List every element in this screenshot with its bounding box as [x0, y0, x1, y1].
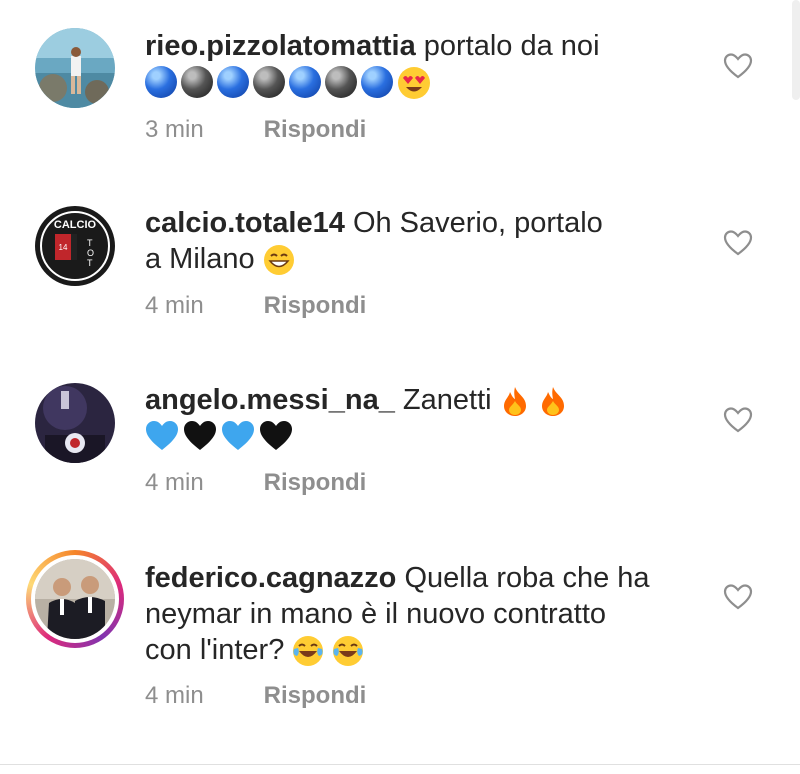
reply-button[interactable]: Rispondi — [264, 469, 367, 496]
comment-meta: 4 min Rispondi — [145, 469, 366, 497]
tears-of-joy-emoji-icon — [293, 636, 324, 667]
comment-body-line2: neymar in mano è il nuovo contratto — [145, 598, 607, 630]
comment-body: portalo da noi — [423, 30, 600, 62]
emoji-line — [145, 420, 293, 454]
timestamp: 4 min — [145, 469, 204, 496]
reply-button[interactable]: Rispondi — [264, 682, 367, 709]
avatar[interactable] — [35, 559, 115, 639]
timestamp: 4 min — [145, 292, 204, 319]
svg-text:T: T — [87, 258, 93, 268]
username[interactable]: rieo.pizzolatomattia — [145, 30, 416, 62]
story-ring[interactable] — [26, 550, 124, 648]
like-heart-icon[interactable] — [723, 583, 753, 611]
timestamp: 3 min — [145, 116, 204, 143]
reply-button[interactable]: Rispondi — [264, 292, 367, 319]
blue-ball-icon — [145, 66, 177, 98]
bottom-divider — [0, 764, 800, 765]
emoji-line — [145, 66, 431, 100]
avatar-image: CALCIO 14 T O T — [35, 206, 115, 286]
black-ball-icon — [181, 66, 213, 98]
black-heart-icon — [184, 421, 216, 450]
comment-text: calcio.totale14 Oh Saverio, portalo a Mi… — [145, 205, 685, 277]
grinning-emoji-icon — [263, 245, 294, 276]
username[interactable]: calcio.totale14 — [145, 207, 345, 239]
comment-meta: 4 min Rispondi — [145, 682, 366, 710]
comment-text: angelo.messi_na_ Zanetti — [145, 382, 685, 418]
avatar-image — [35, 28, 115, 108]
avatar[interactable]: CALCIO 14 T O T — [35, 206, 115, 286]
like-heart-icon[interactable] — [723, 229, 753, 257]
fire-emoji-icon — [541, 387, 564, 417]
black-ball-icon — [253, 66, 285, 98]
tears-of-joy-emoji-icon — [333, 636, 364, 667]
reply-button[interactable]: Rispondi — [264, 116, 367, 143]
blue-heart-icon — [146, 421, 178, 450]
comment-meta: 4 min Rispondi — [145, 292, 366, 320]
like-heart-icon[interactable] — [723, 406, 753, 434]
heart-eyes-emoji-icon — [398, 67, 430, 99]
avatar-image — [35, 559, 115, 639]
blue-ball-icon — [289, 66, 321, 98]
black-heart-icon — [260, 421, 292, 450]
avatar[interactable] — [35, 28, 115, 108]
avatar-image — [35, 383, 115, 463]
blue-heart-icon — [222, 421, 254, 450]
blue-ball-icon — [361, 66, 393, 98]
comment-text: federico.cagnazzo Quella roba che ha ney… — [145, 560, 685, 668]
blue-ball-icon — [217, 66, 249, 98]
comment-body-line1: Quella roba che ha — [404, 562, 650, 594]
comment-text: rieo.pizzolatomattia portalo da noi — [145, 28, 685, 64]
timestamp: 4 min — [145, 682, 204, 709]
fire-emoji-icon — [503, 387, 526, 417]
svg-text:T: T — [87, 238, 93, 248]
avatar[interactable] — [35, 383, 115, 463]
svg-text:O: O — [87, 248, 94, 258]
username[interactable]: angelo.messi_na_ — [145, 384, 395, 416]
svg-text:14: 14 — [59, 243, 68, 252]
comment-body: Zanetti — [402, 384, 492, 416]
scrollbar[interactable] — [792, 0, 800, 100]
username[interactable]: federico.cagnazzo — [145, 562, 396, 594]
black-ball-icon — [325, 66, 357, 98]
like-heart-icon[interactable] — [723, 52, 753, 80]
comment-body-line1: Oh Saverio, portalo — [352, 207, 603, 239]
comment-body-line3: con l'inter? — [145, 634, 285, 666]
avatar-logo-text: CALCIO — [54, 219, 97, 231]
comment-body-line2: a Milano — [145, 243, 255, 275]
comment-meta: 3 min Rispondi — [145, 116, 366, 144]
